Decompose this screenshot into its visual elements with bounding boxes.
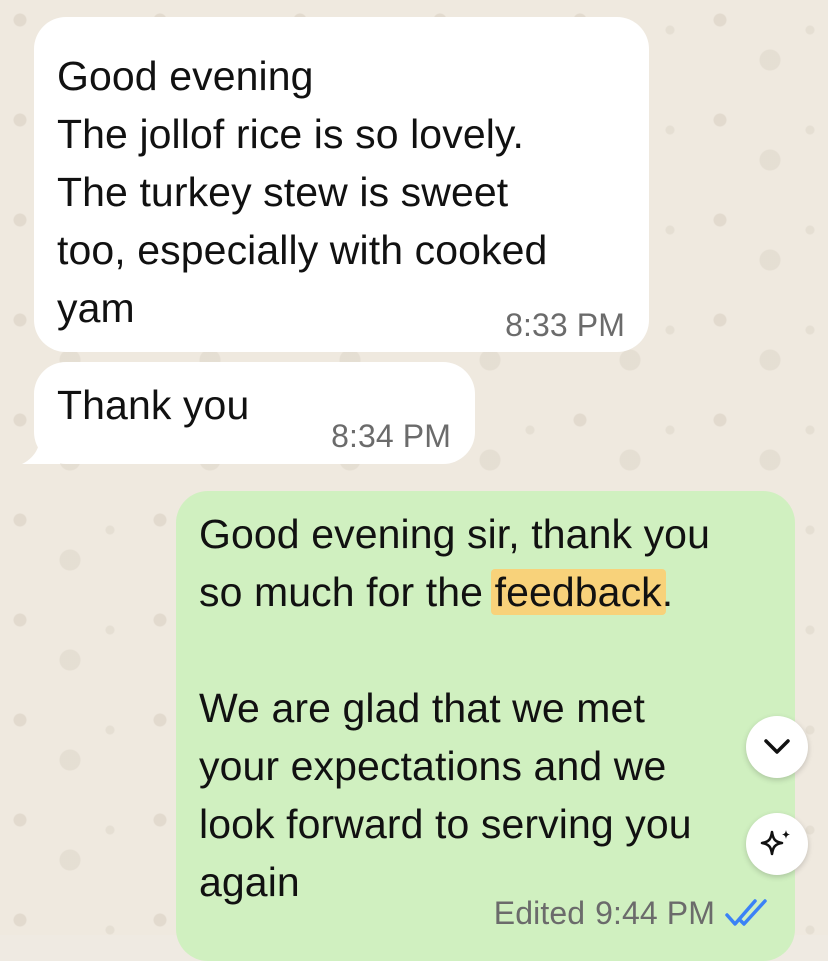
- chevron-down-icon: [764, 739, 790, 754]
- double-check-read-icon: [725, 899, 767, 926]
- message-timestamp: 9:44 PM: [595, 895, 715, 931]
- message-timestamp: 8:34 PM: [331, 418, 451, 454]
- message-text: Good evening The jollof rice is so lovel…: [57, 53, 548, 331]
- message-meta: Edited 9:44 PM: [494, 895, 771, 931]
- ai-assist-button[interactable]: [746, 813, 808, 875]
- message-bubble-incoming[interactable]: Good evening The jollof rice is so lovel…: [34, 17, 649, 352]
- message-bubble-incoming[interactable]: Thank you 8:34 PM: [34, 362, 475, 464]
- message-text: Thank you: [57, 382, 250, 428]
- message-text: Good evening sir, thank you so much for …: [199, 505, 784, 911]
- scroll-to-bottom-button[interactable]: [746, 716, 808, 778]
- sparkle-icon: [760, 830, 790, 856]
- search-highlight: feedback: [490, 569, 666, 615]
- message-bubble-outgoing[interactable]: Good evening sir, thank you so much for …: [176, 491, 795, 961]
- message-text-part: . We are glad that we met your expectati…: [199, 569, 692, 905]
- edited-label: Edited: [493, 895, 586, 931]
- message-timestamp: 8:33 PM: [505, 307, 625, 343]
